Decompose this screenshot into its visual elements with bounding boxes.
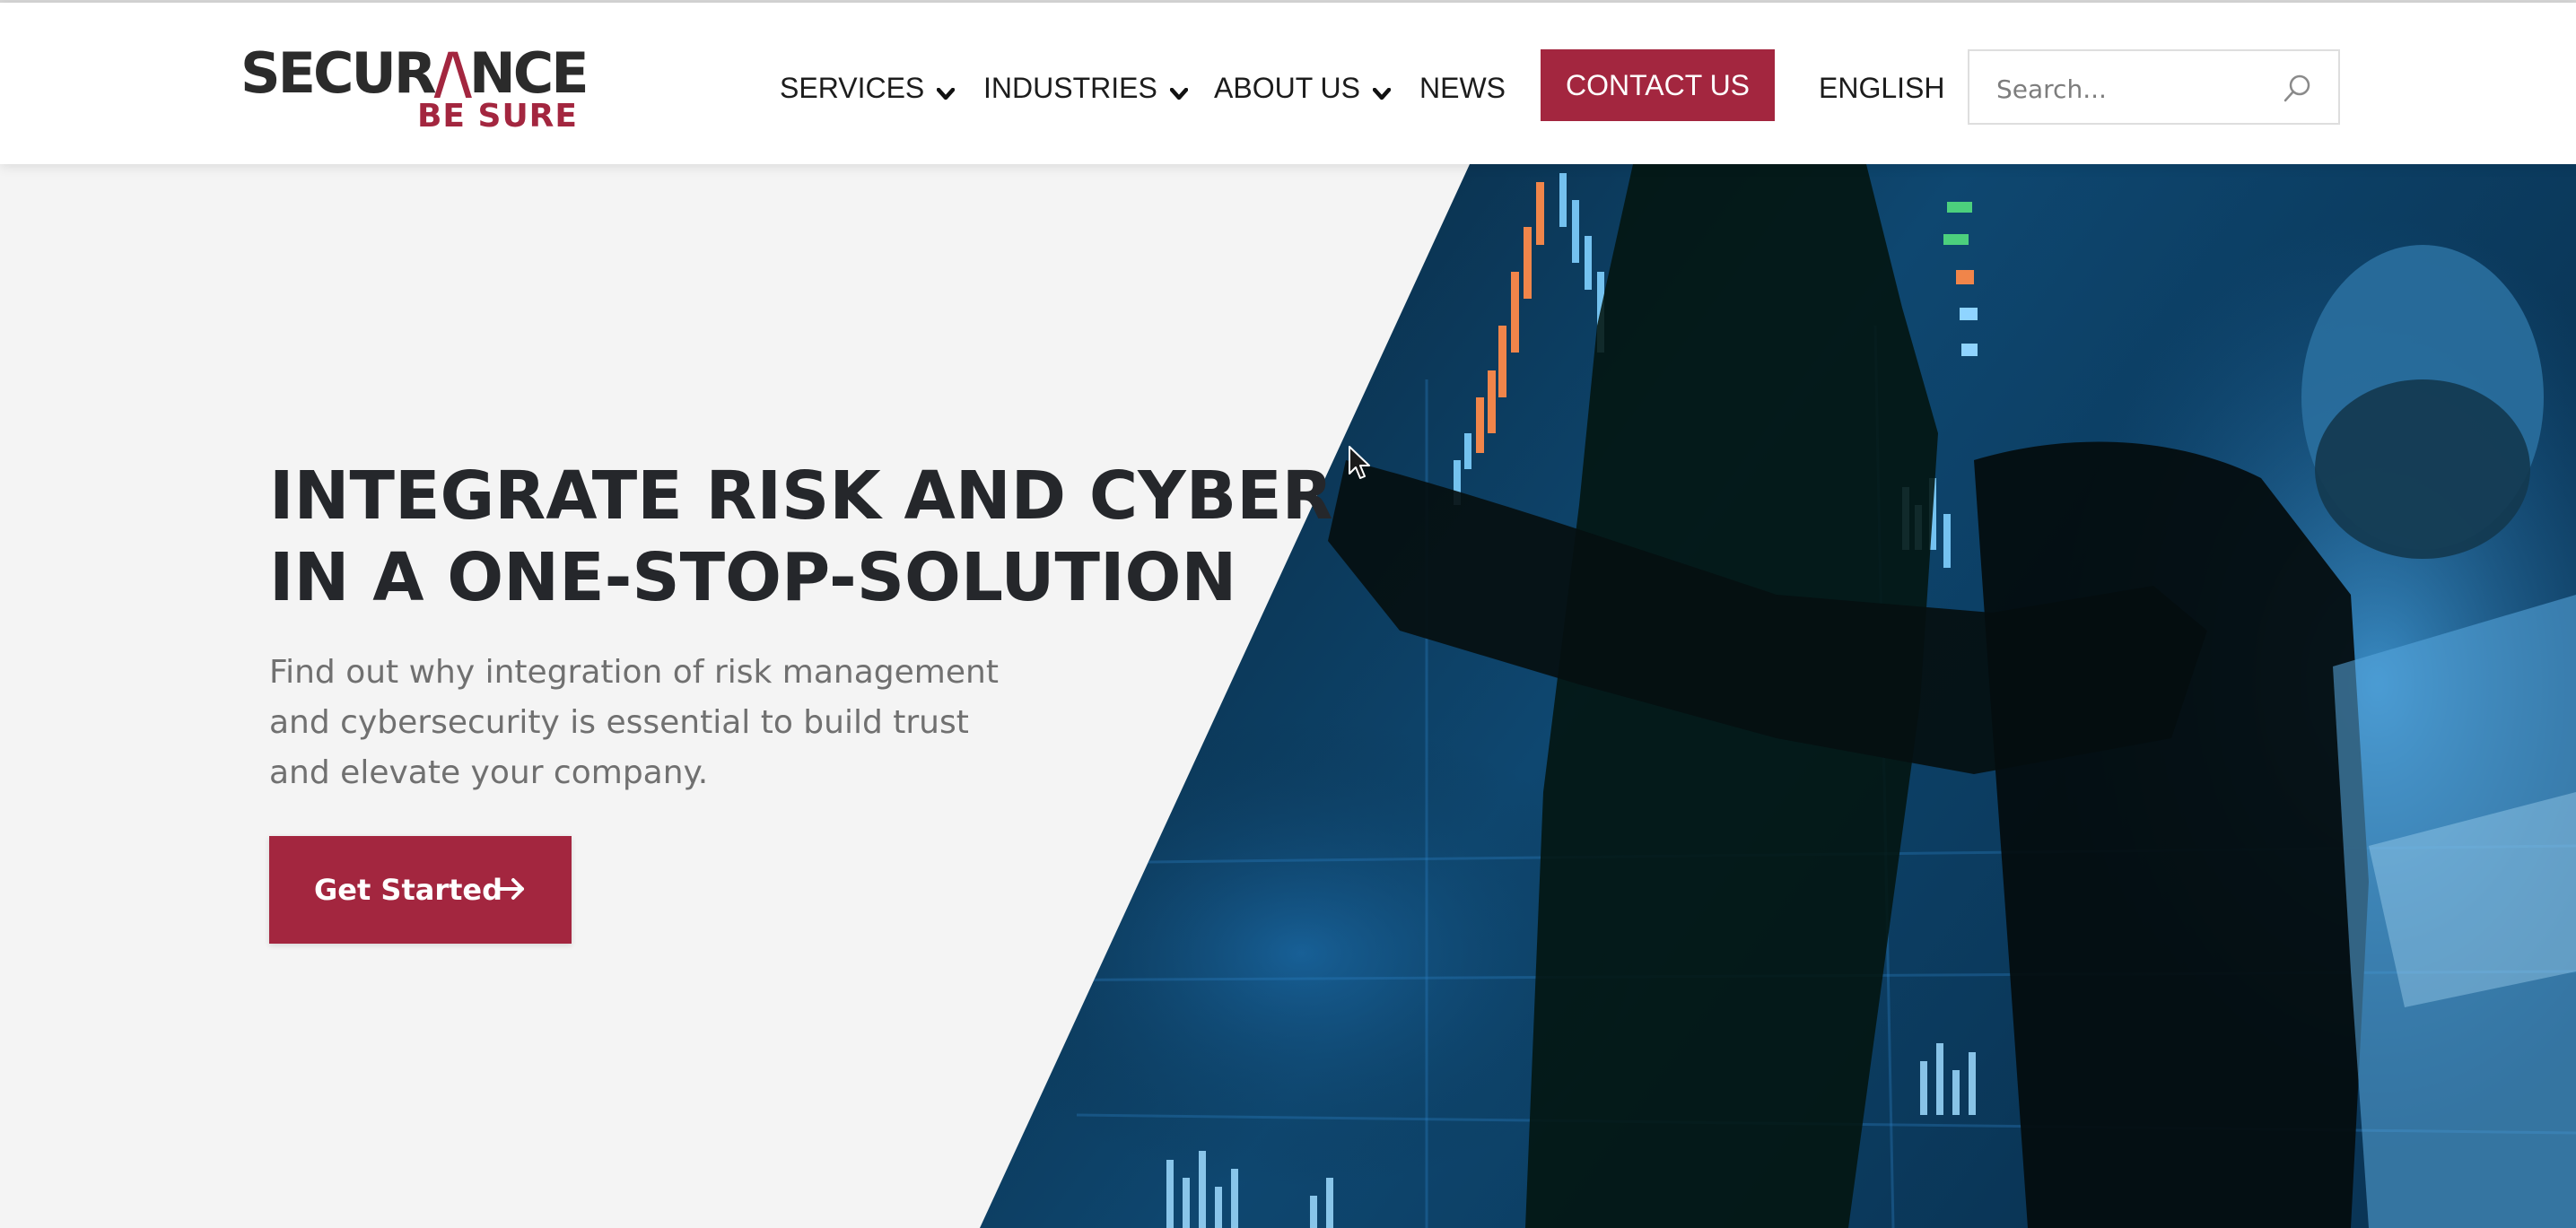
arrow-right-icon bbox=[499, 878, 524, 900]
hero-title-line: IN A ONE-STOP-SOLUTION bbox=[269, 539, 1237, 616]
nav-services-label: SERVICES bbox=[780, 72, 925, 104]
search-input[interactable] bbox=[1995, 67, 2267, 110]
search-icon[interactable] bbox=[2283, 73, 2313, 103]
logo-tagline: BE SURE bbox=[416, 98, 578, 135]
mouse-cursor-icon bbox=[1349, 446, 1370, 479]
nav-industries[interactable]: INDUSTRIES bbox=[983, 65, 1189, 113]
site-header: SECUR/\NCE BE SURE SERVICES INDUSTRIES A… bbox=[0, 3, 2576, 164]
nav-news[interactable]: NEWS bbox=[1419, 65, 1506, 110]
get-started-button[interactable]: Get Started bbox=[269, 836, 572, 944]
hero-subtitle-line: and elevate your company. bbox=[269, 754, 709, 791]
get-started-label: Get Started bbox=[314, 873, 503, 907]
hero-subtitle-line: Find out why integration of risk managem… bbox=[269, 654, 999, 691]
chevron-down-icon bbox=[937, 68, 956, 113]
chevron-down-icon bbox=[1372, 68, 1392, 113]
nav-about-us-label: ABOUT US bbox=[1214, 72, 1360, 104]
hero-subtitle: Find out why integration of risk managem… bbox=[269, 648, 1041, 798]
chevron-down-icon bbox=[1169, 68, 1189, 113]
hero-title-line: INTEGRATE RISK AND CYBER bbox=[269, 457, 1333, 535]
language-selector[interactable]: ENGLISH bbox=[1819, 65, 1944, 110]
nav-news-label: NEWS bbox=[1419, 72, 1506, 104]
logo-wordmark: SECUR/\NCE bbox=[240, 40, 589, 106]
nav-industries-label: INDUSTRIES bbox=[983, 72, 1157, 104]
securance-logo[interactable]: SECUR/\NCE BE SURE bbox=[240, 46, 589, 135]
contact-us-button[interactable]: CONTACT US bbox=[1541, 49, 1775, 121]
hero-title: INTEGRATE RISK AND CYBER IN A ONE-STOP-S… bbox=[269, 456, 1346, 619]
search-box bbox=[1968, 49, 2340, 125]
nav-about-us[interactable]: ABOUT US bbox=[1214, 65, 1392, 113]
nav-services[interactable]: SERVICES bbox=[780, 65, 956, 113]
hero-subtitle-line: and cybersecurity is essential to build … bbox=[269, 704, 969, 741]
